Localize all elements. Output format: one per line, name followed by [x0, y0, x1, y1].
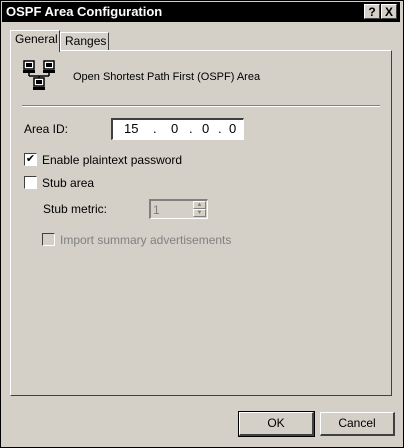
window-title: OSPF Area Configuration [6, 4, 163, 19]
ok-button[interactable]: OK [238, 411, 315, 437]
help-button[interactable]: ? [364, 4, 380, 19]
area-id-label: Area ID: [24, 122, 69, 136]
area-id-octet-2[interactable]: 0 [171, 121, 178, 136]
tab-general[interactable]: General [10, 30, 60, 52]
network-computers-icon [23, 60, 55, 90]
enable-plaintext-label[interactable]: Enable plaintext password [42, 153, 182, 167]
cancel-button[interactable]: Cancel [320, 412, 395, 436]
area-id-octet-3[interactable]: 0 [202, 121, 209, 136]
separator [22, 105, 380, 107]
stub-metric-label: Stub metric: [43, 202, 108, 216]
import-summary-checkbox[interactable] [42, 233, 55, 246]
title-bar[interactable]: OSPF Area Configuration ? X [2, 2, 400, 22]
tab-ranges[interactable]: Ranges [60, 32, 109, 50]
tab-panel-general [10, 50, 392, 396]
enable-plaintext-checkbox[interactable]: ✔ [24, 153, 37, 166]
stub-area-checkbox[interactable] [24, 176, 37, 189]
area-id-dot: . [218, 121, 222, 136]
stub-metric-spinner[interactable]: 1 ▲ ▼ [149, 199, 208, 219]
area-id-octet-1[interactable]: 15 [124, 121, 138, 136]
area-id-octet-4[interactable]: 0 [229, 121, 236, 136]
area-id-dot: . [189, 121, 193, 136]
stub-metric-value: 1 [153, 203, 160, 217]
close-button[interactable]: X [381, 4, 397, 19]
area-id-input[interactable]: 15 . 0 . 0 . 0 [111, 118, 244, 140]
area-id-dot: . [153, 121, 157, 136]
spin-up-icon[interactable]: ▲ [193, 201, 206, 209]
spin-down-icon[interactable]: ▼ [193, 209, 206, 217]
import-summary-label: Import summary advertisements [60, 233, 232, 247]
stub-area-label[interactable]: Stub area [42, 176, 94, 190]
header-text: Open Shortest Path First (OSPF) Area [73, 71, 261, 83]
